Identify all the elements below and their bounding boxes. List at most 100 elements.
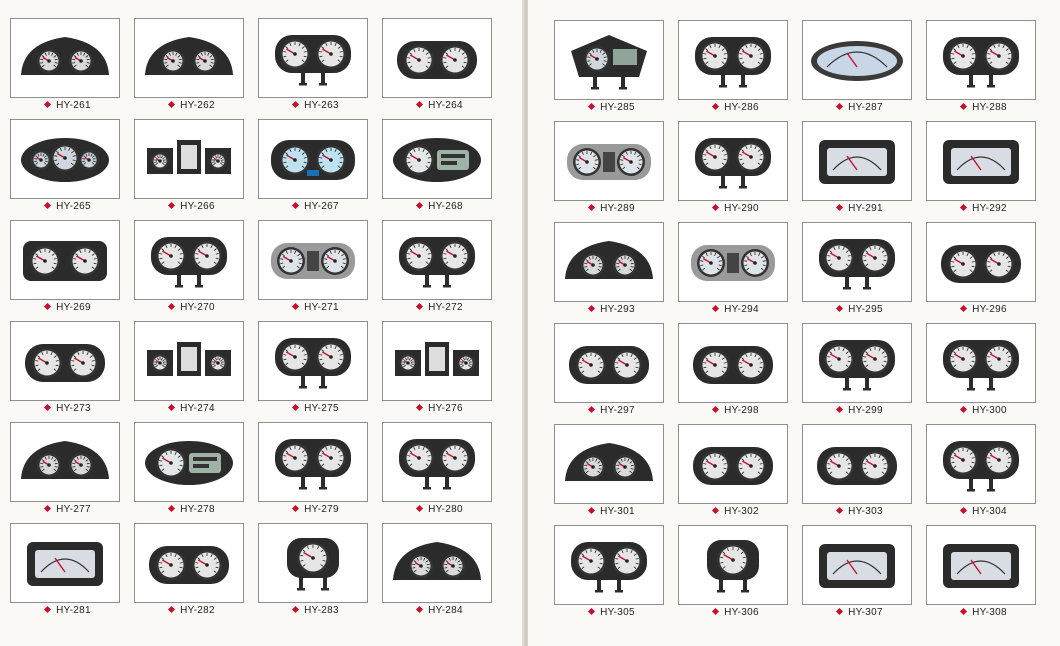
- product-code: HY-293: [600, 304, 635, 315]
- speedometer-illustration-icon: [819, 140, 895, 184]
- product-card: HY-266: [130, 115, 254, 216]
- speedometer-illustration-icon: [943, 441, 1019, 492]
- product-photo: [382, 119, 492, 199]
- product-photo: [678, 525, 788, 605]
- product-code: HY-274: [180, 403, 215, 414]
- diamond-bullet-icon: [292, 605, 300, 614]
- product-label: HY-303: [798, 506, 922, 517]
- product-card: HY-293: [550, 218, 674, 319]
- product-label: HY-262: [130, 100, 254, 111]
- product-label: HY-280: [378, 504, 502, 515]
- speedometer-illustration-icon: [819, 544, 895, 588]
- product-label: HY-304: [922, 506, 1046, 517]
- product-card: HY-270: [130, 216, 254, 317]
- product-photo: [258, 220, 368, 300]
- product-code: HY-280: [428, 504, 463, 515]
- product-photo: [10, 119, 120, 199]
- diamond-bullet-icon: [168, 605, 176, 614]
- speedometer-illustration-icon: [819, 340, 895, 391]
- product-card: HY-302: [674, 420, 798, 521]
- product-card: HY-273: [6, 317, 130, 418]
- speedometer-illustration-icon: [811, 41, 903, 81]
- product-code: HY-300: [972, 405, 1007, 416]
- diamond-bullet-icon: [44, 504, 52, 513]
- speedometer-illustration-icon: [695, 37, 771, 88]
- product-label: HY-282: [130, 605, 254, 616]
- product-label: HY-295: [798, 304, 922, 315]
- product-code: HY-275: [304, 403, 339, 414]
- product-card: HY-297: [550, 319, 674, 420]
- product-code: HY-264: [428, 100, 463, 111]
- product-label: HY-308: [922, 607, 1046, 618]
- diamond-bullet-icon: [712, 405, 720, 414]
- product-photo: [678, 20, 788, 100]
- diamond-bullet-icon: [588, 102, 596, 111]
- diamond-bullet-icon: [416, 302, 424, 311]
- diamond-bullet-icon: [168, 403, 176, 412]
- product-code: HY-269: [56, 302, 91, 313]
- product-card: HY-282: [130, 519, 254, 620]
- product-label: HY-301: [550, 506, 674, 517]
- product-card: HY-271: [254, 216, 378, 317]
- diamond-bullet-icon: [836, 506, 844, 515]
- speedometer-illustration-icon: [943, 340, 1019, 391]
- product-card: HY-290: [674, 117, 798, 218]
- product-photo: [554, 222, 664, 302]
- speedometer-illustration-icon: [693, 346, 773, 384]
- diamond-bullet-icon: [960, 304, 968, 313]
- diamond-bullet-icon: [168, 100, 176, 109]
- product-label: HY-267: [254, 201, 378, 212]
- product-card: HY-262: [130, 14, 254, 115]
- product-code: HY-306: [724, 607, 759, 618]
- product-photo: [554, 121, 664, 201]
- product-photo: [926, 525, 1036, 605]
- speedometer-illustration-icon: [149, 546, 229, 584]
- product-card: HY-268: [378, 115, 502, 216]
- speedometer-illustration-icon: [25, 344, 105, 382]
- speedometer-illustration-icon: [395, 342, 479, 376]
- product-card: HY-276: [378, 317, 502, 418]
- diamond-bullet-icon: [292, 504, 300, 513]
- product-label: HY-293: [550, 304, 674, 315]
- product-photo: [134, 523, 244, 603]
- product-label: HY-289: [550, 203, 674, 214]
- product-label: HY-264: [378, 100, 502, 111]
- product-card: HY-269: [6, 216, 130, 317]
- product-code: HY-295: [848, 304, 883, 315]
- product-card: HY-291: [798, 117, 922, 218]
- product-label: HY-298: [674, 405, 798, 416]
- diamond-bullet-icon: [588, 607, 596, 616]
- product-photo: [802, 121, 912, 201]
- speedometer-illustration-icon: [397, 41, 477, 79]
- product-card: HY-264: [378, 14, 502, 115]
- product-photo: [258, 422, 368, 502]
- product-code: HY-289: [600, 203, 635, 214]
- speedometer-illustration-icon: [21, 37, 109, 75]
- product-code: HY-285: [600, 102, 635, 113]
- speedometer-illustration-icon: [271, 140, 355, 180]
- product-code: HY-296: [972, 304, 1007, 315]
- product-photo: [134, 18, 244, 98]
- product-photo: [10, 422, 120, 502]
- diamond-bullet-icon: [588, 506, 596, 515]
- speedometer-illustration-icon: [21, 441, 109, 479]
- product-code: HY-284: [428, 605, 463, 616]
- product-card: HY-286: [674, 16, 798, 117]
- speedometer-illustration-icon: [943, 37, 1019, 88]
- speedometer-illustration-icon: [943, 140, 1019, 184]
- product-label: HY-287: [798, 102, 922, 113]
- diamond-bullet-icon: [292, 201, 300, 210]
- product-card: HY-296: [922, 218, 1046, 319]
- product-photo: [554, 525, 664, 605]
- speedometer-illustration-icon: [691, 245, 775, 281]
- product-photo: [382, 321, 492, 401]
- product-code: HY-286: [724, 102, 759, 113]
- speedometer-illustration-icon: [271, 243, 355, 279]
- product-card: HY-267: [254, 115, 378, 216]
- product-label: HY-290: [674, 203, 798, 214]
- product-code: HY-271: [304, 302, 339, 313]
- product-code: HY-288: [972, 102, 1007, 113]
- product-photo: [554, 424, 664, 504]
- speedometer-illustration-icon: [399, 237, 475, 288]
- product-card: HY-298: [674, 319, 798, 420]
